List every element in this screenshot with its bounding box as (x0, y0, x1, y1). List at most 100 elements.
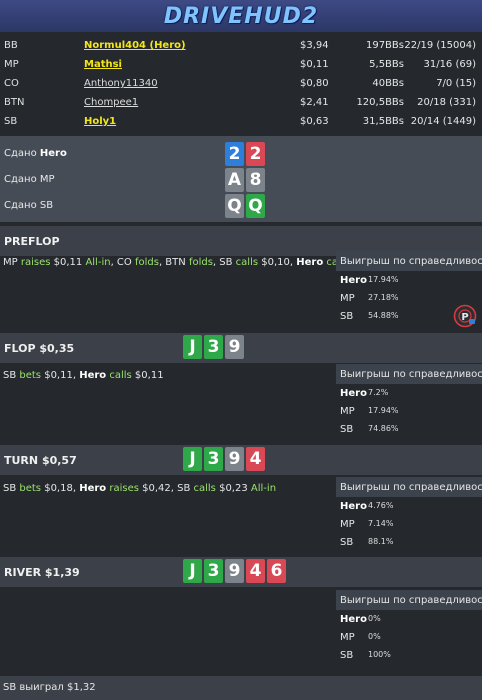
player-position: MP (4, 59, 19, 70)
dealt-row: Сдано SB (4, 200, 53, 211)
action-text: SB (3, 483, 20, 494)
street-label: PREFLOP (4, 235, 60, 248)
board-card: 4 (246, 559, 265, 583)
equity-title: Выигрыш по справедливости (336, 364, 482, 384)
equity-value: 74.86% (368, 424, 399, 433)
action-verb: bets (19, 483, 42, 494)
action-verb: All-in (250, 483, 277, 494)
hole-cards: A8 (225, 168, 265, 192)
action-text: MP (3, 257, 21, 268)
river-header: RIVER $1,39 J3946 (0, 557, 482, 587)
board-cards: J39 (183, 335, 244, 359)
player-position: BB (4, 40, 18, 51)
equity-player: MP (340, 406, 355, 417)
player-stats: 7/0 (15) (436, 78, 476, 89)
action-verb: raises (109, 483, 139, 494)
player-name-link[interactable]: Mathsi (84, 59, 122, 70)
action-player: Hero (79, 370, 107, 381)
equity-player: Hero (340, 388, 367, 399)
player-stack: $0,80 (300, 78, 329, 89)
street-label: TURN $0,57 (4, 454, 77, 467)
player-row: CO Anthony11340 $0,80 40BBs 7/0 (15) (0, 74, 482, 93)
action-text: $0,10, (258, 257, 297, 268)
equity-row: Hero 7.2% (336, 384, 482, 402)
player-position: CO (4, 78, 19, 89)
hole-cards: QQ (225, 194, 265, 218)
dealt-player: Hero (39, 148, 67, 159)
player-row: SB Holy1 $0,63 31,5BBs 20/14 (1449) (0, 112, 482, 131)
players-list: BB Normul404 (Hero) $3,94 197BBs 22/19 (1500… (0, 36, 482, 131)
board-card: J (183, 335, 202, 359)
dealt-row: Сдано MP (4, 174, 55, 185)
player-row: BTN Chompee1 $2,41 120,5BBs 20/18 (331) (0, 93, 482, 112)
equity-title: Выигрыш по справедливости (336, 590, 482, 610)
action-verb: raises (20, 257, 51, 268)
equity-value: 17.94% (368, 275, 399, 284)
turn-equity: Выигрыш по справедливости Hero 4.76% MP 7.14… (336, 477, 482, 551)
player-stats: 22/19 (15004) (404, 40, 476, 51)
equity-player: SB (340, 311, 354, 322)
equity-value: 27.18% (368, 293, 399, 302)
result-footer: SB выиграл $1,32 (0, 676, 482, 700)
equity-player: MP (340, 519, 355, 530)
preflop-equity: Выигрыш по справедливости Hero 17.94% MP 27.… (336, 251, 482, 325)
action-player: Hero (79, 483, 107, 494)
player-stack-bb: 120,5BBs (356, 97, 404, 108)
action-verb: calls (235, 257, 259, 268)
action-text: $0,42, SB (138, 483, 194, 494)
equity-row: Hero 4.76% (336, 497, 482, 515)
equity-value: 0% (368, 614, 381, 623)
player-name-link[interactable]: Normul404 (Hero) (84, 40, 186, 51)
equity-value: 100% (368, 650, 391, 659)
equity-player: SB (340, 537, 354, 548)
action-text: , BTN (158, 257, 189, 268)
player-stats: 20/18 (331) (417, 97, 476, 108)
action-player: Hero (296, 257, 324, 268)
player-stack-bb: 197BBs (365, 40, 404, 51)
action-verb: calls (193, 483, 216, 494)
player-stack-bb: 31,5BBs (362, 116, 404, 127)
street-label: FLOP $0,35 (4, 342, 75, 355)
dealt-cards-panel: P Сдано Hero 2 2 Сдано MP A 8 Сдано SB Q Q (0, 136, 482, 328)
player-stack-bb: 5,5BBs (369, 59, 404, 70)
action-verb: All-in (85, 257, 111, 268)
equity-row: MP 27.18% (336, 289, 482, 307)
board-card: 4 (246, 447, 265, 471)
drivehud-logo: DRIVEHUD2 (163, 3, 319, 29)
action-verb: folds (134, 257, 159, 268)
turn-action: SB bets $0,18, Hero raises $0,42, SB cal… (3, 483, 276, 494)
result-text: SB выиграл $1,32 (3, 682, 96, 693)
equity-value: 4.76% (368, 501, 394, 510)
action-text: $0,23 (215, 483, 251, 494)
player-name-link[interactable]: Anthony11340 (84, 78, 158, 89)
equity-player: SB (340, 424, 354, 435)
board-card: 3 (204, 447, 223, 471)
action-verb: folds (188, 257, 213, 268)
preflop-action: MP raises $0,11 All-in, CO folds, BTN fo… (3, 257, 381, 268)
board-cards: J394 (183, 447, 265, 471)
playing-card: 2 (225, 142, 244, 166)
playing-card: 8 (246, 168, 265, 192)
action-text: $0,18, (41, 483, 80, 494)
flop-header: FLOP $0,35 J39 (0, 333, 482, 363)
player-stats: 31/16 (69) (423, 59, 476, 70)
turn-header: TURN $0,57 J394 (0, 445, 482, 475)
equity-value: 7.14% (368, 519, 394, 528)
equity-row: Hero 0% (336, 610, 482, 628)
player-row: MP Mathsi $0,11 5,5BBs 31/16 (69) (0, 55, 482, 74)
equity-player: Hero (340, 501, 367, 512)
equity-player: SB (340, 650, 354, 661)
action-text: , CO (110, 257, 135, 268)
dealt-row: Сдано Hero (4, 148, 67, 159)
equity-title: Выигрыш по справедливости (336, 477, 482, 497)
board-card: 9 (225, 559, 244, 583)
player-stack-bb: 40BBs (372, 78, 404, 89)
player-position: SB (4, 116, 18, 127)
board-card: 9 (225, 335, 244, 359)
player-stack: $0,11 (300, 59, 329, 70)
street-label: RIVER $1,39 (4, 566, 80, 579)
equity-player: MP (340, 632, 355, 643)
player-name-link[interactable]: Holy1 (84, 116, 116, 127)
player-stats: 20/14 (1449) (410, 116, 476, 127)
player-name-link[interactable]: Chompee1 (84, 97, 138, 108)
